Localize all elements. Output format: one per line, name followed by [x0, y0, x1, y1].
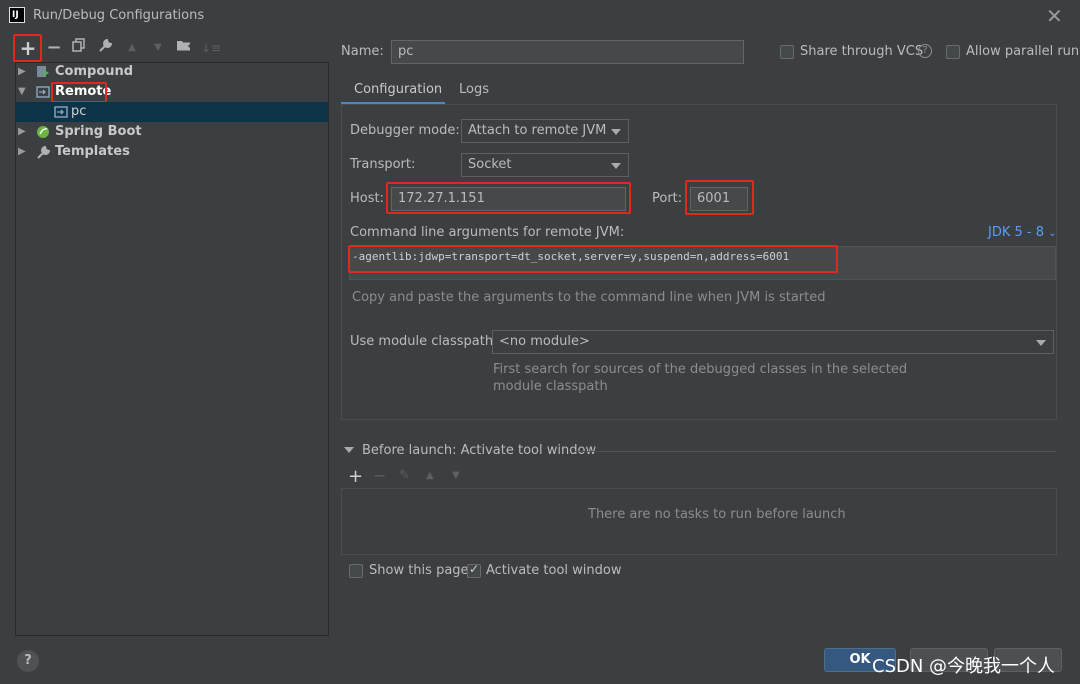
- module-classpath-value: <no module>: [499, 334, 590, 349]
- move-up-icon[interactable]: ▲: [426, 470, 434, 481]
- port-label: Port:: [652, 191, 683, 206]
- collapse-arrow-icon[interactable]: [344, 447, 354, 453]
- chevron-down-icon: [611, 163, 621, 169]
- jdk-version-link[interactable]: JDK 5 - 8 ⌄: [988, 225, 1057, 240]
- cmd-label: Command line arguments for remote JVM:: [350, 225, 625, 240]
- folder-icon[interactable]: [175, 38, 193, 58]
- name-label: Name:: [341, 44, 384, 59]
- tree-item-compound[interactable]: ▶ Compound: [16, 62, 328, 82]
- highlight-add: [13, 34, 42, 62]
- module-classpath-select[interactable]: <no module>: [492, 330, 1054, 354]
- highlight-cmd: [348, 245, 838, 273]
- csdn-watermark: CSDN @今晚我一个人: [872, 656, 1056, 677]
- move-down-icon[interactable]: ▼: [452, 470, 460, 481]
- separator: [575, 451, 1057, 452]
- tab-configuration[interactable]: Configuration: [354, 82, 442, 97]
- transport-label: Transport:: [350, 157, 416, 172]
- tree-item-templates[interactable]: ▶ Templates: [16, 142, 328, 162]
- activate-tool-window-label: Activate tool window: [486, 563, 622, 578]
- allow-parallel-label: Allow parallel run: [966, 44, 1080, 59]
- copy-icon[interactable]: [70, 38, 88, 58]
- move-up-icon[interactable]: ▲: [123, 38, 141, 58]
- sort-icon[interactable]: ↓≡: [201, 38, 221, 58]
- module-hint-line-2: module classpath: [493, 379, 608, 394]
- highlight-host: [386, 182, 631, 214]
- help-button[interactable]: ?: [17, 650, 39, 672]
- tree-item-spring-boot[interactable]: ▶ Spring Boot: [16, 122, 328, 142]
- activate-tool-window-checkbox[interactable]: [467, 562, 481, 578]
- tab-logs[interactable]: Logs: [459, 82, 489, 97]
- remote-icon: [36, 85, 51, 99]
- expand-arrow-icon[interactable]: ▶: [18, 62, 26, 82]
- wrench-icon[interactable]: [96, 38, 114, 58]
- share-vcs-checkbox[interactable]: [780, 45, 794, 59]
- cmd-hint: Copy and paste the arguments to the comm…: [352, 290, 826, 305]
- remove-task-icon[interactable]: −: [373, 466, 386, 485]
- remove-icon[interactable]: −: [45, 38, 63, 58]
- window-title: Run/Debug Configurations: [33, 8, 205, 23]
- module-classpath-label: Use module classpath:: [350, 334, 498, 349]
- help-circle-icon[interactable]: ?: [918, 44, 932, 58]
- edit-task-icon[interactable]: ✎: [399, 468, 410, 483]
- allow-parallel-checkbox[interactable]: [946, 45, 960, 59]
- empty-tasks-text: There are no tasks to run before launch: [588, 507, 846, 522]
- debugger-mode-label: Debugger mode:: [350, 123, 460, 138]
- module-hint-line-1: First search for sources of the debugged…: [493, 362, 908, 377]
- show-page-checkbox[interactable]: [349, 564, 363, 578]
- chevron-down-icon: [1036, 340, 1046, 346]
- expand-arrow-icon[interactable]: ▶: [18, 122, 26, 142]
- remote-config-icon: [54, 105, 69, 119]
- tree-item-label: Compound: [55, 64, 134, 79]
- tree-item-label: pc: [71, 104, 87, 119]
- chevron-down-icon: ⌄: [1048, 228, 1057, 239]
- name-input[interactable]: pc: [391, 40, 744, 64]
- before-launch-title: Before launch: Activate tool window: [362, 443, 597, 458]
- collapse-arrow-icon[interactable]: ▼: [18, 82, 26, 102]
- tree-item-label: Spring Boot: [55, 124, 142, 139]
- highlight-port: [685, 180, 754, 215]
- chevron-down-icon: [611, 129, 621, 135]
- close-icon[interactable]: ✕: [1046, 4, 1063, 28]
- transport-value: Socket: [468, 157, 512, 172]
- tree-item-label: Templates: [55, 144, 130, 159]
- wrench-icon: [36, 145, 51, 159]
- intellij-app-icon: IJ: [9, 7, 25, 23]
- transport-select[interactable]: Socket: [461, 153, 629, 177]
- show-page-label: Show this page: [369, 563, 469, 578]
- host-label: Host:: [350, 191, 384, 206]
- share-vcs-label: Share through VCS: [800, 44, 924, 59]
- title-bar: IJ Run/Debug Configurations ✕: [0, 0, 1080, 32]
- debugger-mode-select[interactable]: Attach to remote JVM: [461, 119, 629, 143]
- debugger-mode-value: Attach to remote JVM: [468, 123, 607, 138]
- compound-icon: [36, 65, 51, 79]
- move-down-icon[interactable]: ▼: [149, 38, 167, 58]
- tree-item-pc[interactable]: pc: [16, 102, 328, 122]
- highlight-remote: [51, 82, 107, 103]
- spring-boot-icon: [36, 125, 51, 139]
- jdk-version-text: JDK 5 - 8: [988, 225, 1044, 240]
- add-task-icon[interactable]: +: [348, 466, 363, 487]
- expand-arrow-icon[interactable]: ▶: [18, 142, 26, 162]
